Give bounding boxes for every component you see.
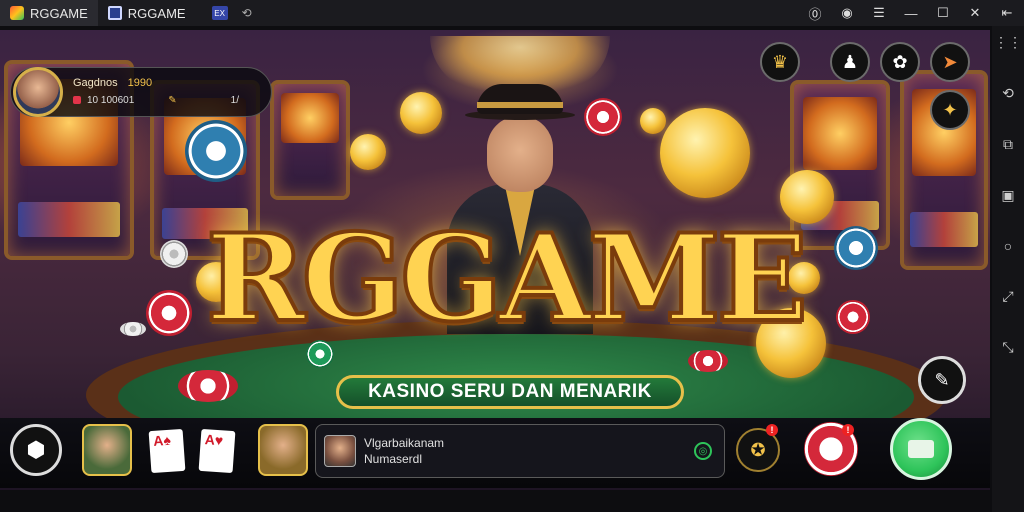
refresh-icon[interactable]: ⓪ [808,4,822,23]
rotate-icon[interactable]: ⟲ [1002,85,1014,102]
player-stat-right: 1/ [230,95,240,106]
pin-icon[interactable]: ⟲ [242,6,252,20]
chip-red-stack [178,370,238,402]
player-balance: 10 100601 [87,95,135,106]
game-tile-character[interactable] [82,424,132,476]
coin-large [660,108,750,198]
tab-rggame-2[interactable]: RGGAME [98,0,196,26]
gift-icon[interactable]: ✦ [930,90,970,130]
shield-menu-button[interactable]: ⬢ [10,424,62,476]
player-level: 1990 [127,77,153,89]
close-icon[interactable]: ✕ [968,5,982,21]
expand-icon[interactable]: ⤡ [1002,339,1013,356]
chip-blue [185,120,247,182]
play-button[interactable] [890,418,952,480]
notification-badge: ! [842,424,854,436]
coin [640,108,666,134]
news-line-1: Vlgarbaikanam [364,436,445,450]
player-name: Gagdnos [73,77,118,89]
emulator-title-bar: RGGAME RGGAME EX ⟲ ⓪ ◉ ☰ — ☐ ✕ ⇤ [0,0,1024,26]
emulator-side-rail: ⋮⋮ ⟲ ⧉ ▣ ○ ⤢ ⤡ [992,26,1024,512]
news-line-2: Numaserdl [364,452,423,466]
chip-red [836,300,870,334]
slot-machine-right [790,80,890,250]
app-logo-icon [10,6,24,20]
chip-red [584,98,622,136]
collapse-icon[interactable]: ⇤ [1000,5,1014,21]
cards-icon [908,440,934,458]
player-profile-panel[interactable]: Gagdnos 1990 10 100601 ✎ 1/ [10,67,272,117]
news-avatar [324,435,356,467]
menu-icon[interactable]: ☰ [872,5,886,21]
maximize-icon[interactable]: ☐ [936,5,950,21]
avatar[interactable] [13,67,63,117]
minimize-icon[interactable]: — [904,6,918,21]
chip-red [146,290,192,336]
account-icon[interactable]: ◉ [840,5,854,21]
tab-title: RGGAME [127,5,186,21]
game-tile-cards-1[interactable]: A♠ [148,428,186,474]
coin [400,92,442,134]
chip-blue [834,226,878,270]
tab-title: RGGAME [30,5,88,21]
game-logo: RGGAME [204,206,810,351]
game-tagline: KASINO SERU DAN MENARIK [336,375,684,409]
settings-icon[interactable]: ✿ [880,42,920,82]
trophy-icon[interactable]: ♛ [760,42,800,82]
ruby-icon [73,96,81,104]
slot-machine-back [270,80,350,200]
game-tile-cards-2[interactable]: A♥ [198,428,236,474]
chat-button[interactable]: ✎ [918,356,966,404]
app-icon [107,6,122,20]
chip-white [120,322,146,336]
player-icon[interactable]: ♟ [830,42,870,82]
news-ticker[interactable]: Vlgarbaikanam Numaserdl ◎ [315,424,725,478]
chip-white [160,240,188,268]
home-icon[interactable]: ○ [1004,238,1012,254]
chip-red [688,350,728,372]
screenshot-icon[interactable]: ⧉ [1003,136,1013,153]
extension-icon[interactable]: EX [211,6,228,20]
grid-icon[interactable]: ⋮⋮ [994,34,1022,51]
fullscreen-icon[interactable]: ⤢ [1002,288,1013,305]
game-tile-cowboy[interactable] [258,424,308,476]
store-icon[interactable]: ➤ [930,42,970,82]
coin [350,134,386,170]
multi-window-icon[interactable]: ▣ [1001,187,1014,204]
news-go-icon[interactable]: ◎ [694,442,712,460]
tab-rggame-1[interactable]: RGGAME [0,0,98,26]
bonus-icon[interactable]: ✎ [168,92,176,109]
notification-badge: ! [766,424,778,436]
